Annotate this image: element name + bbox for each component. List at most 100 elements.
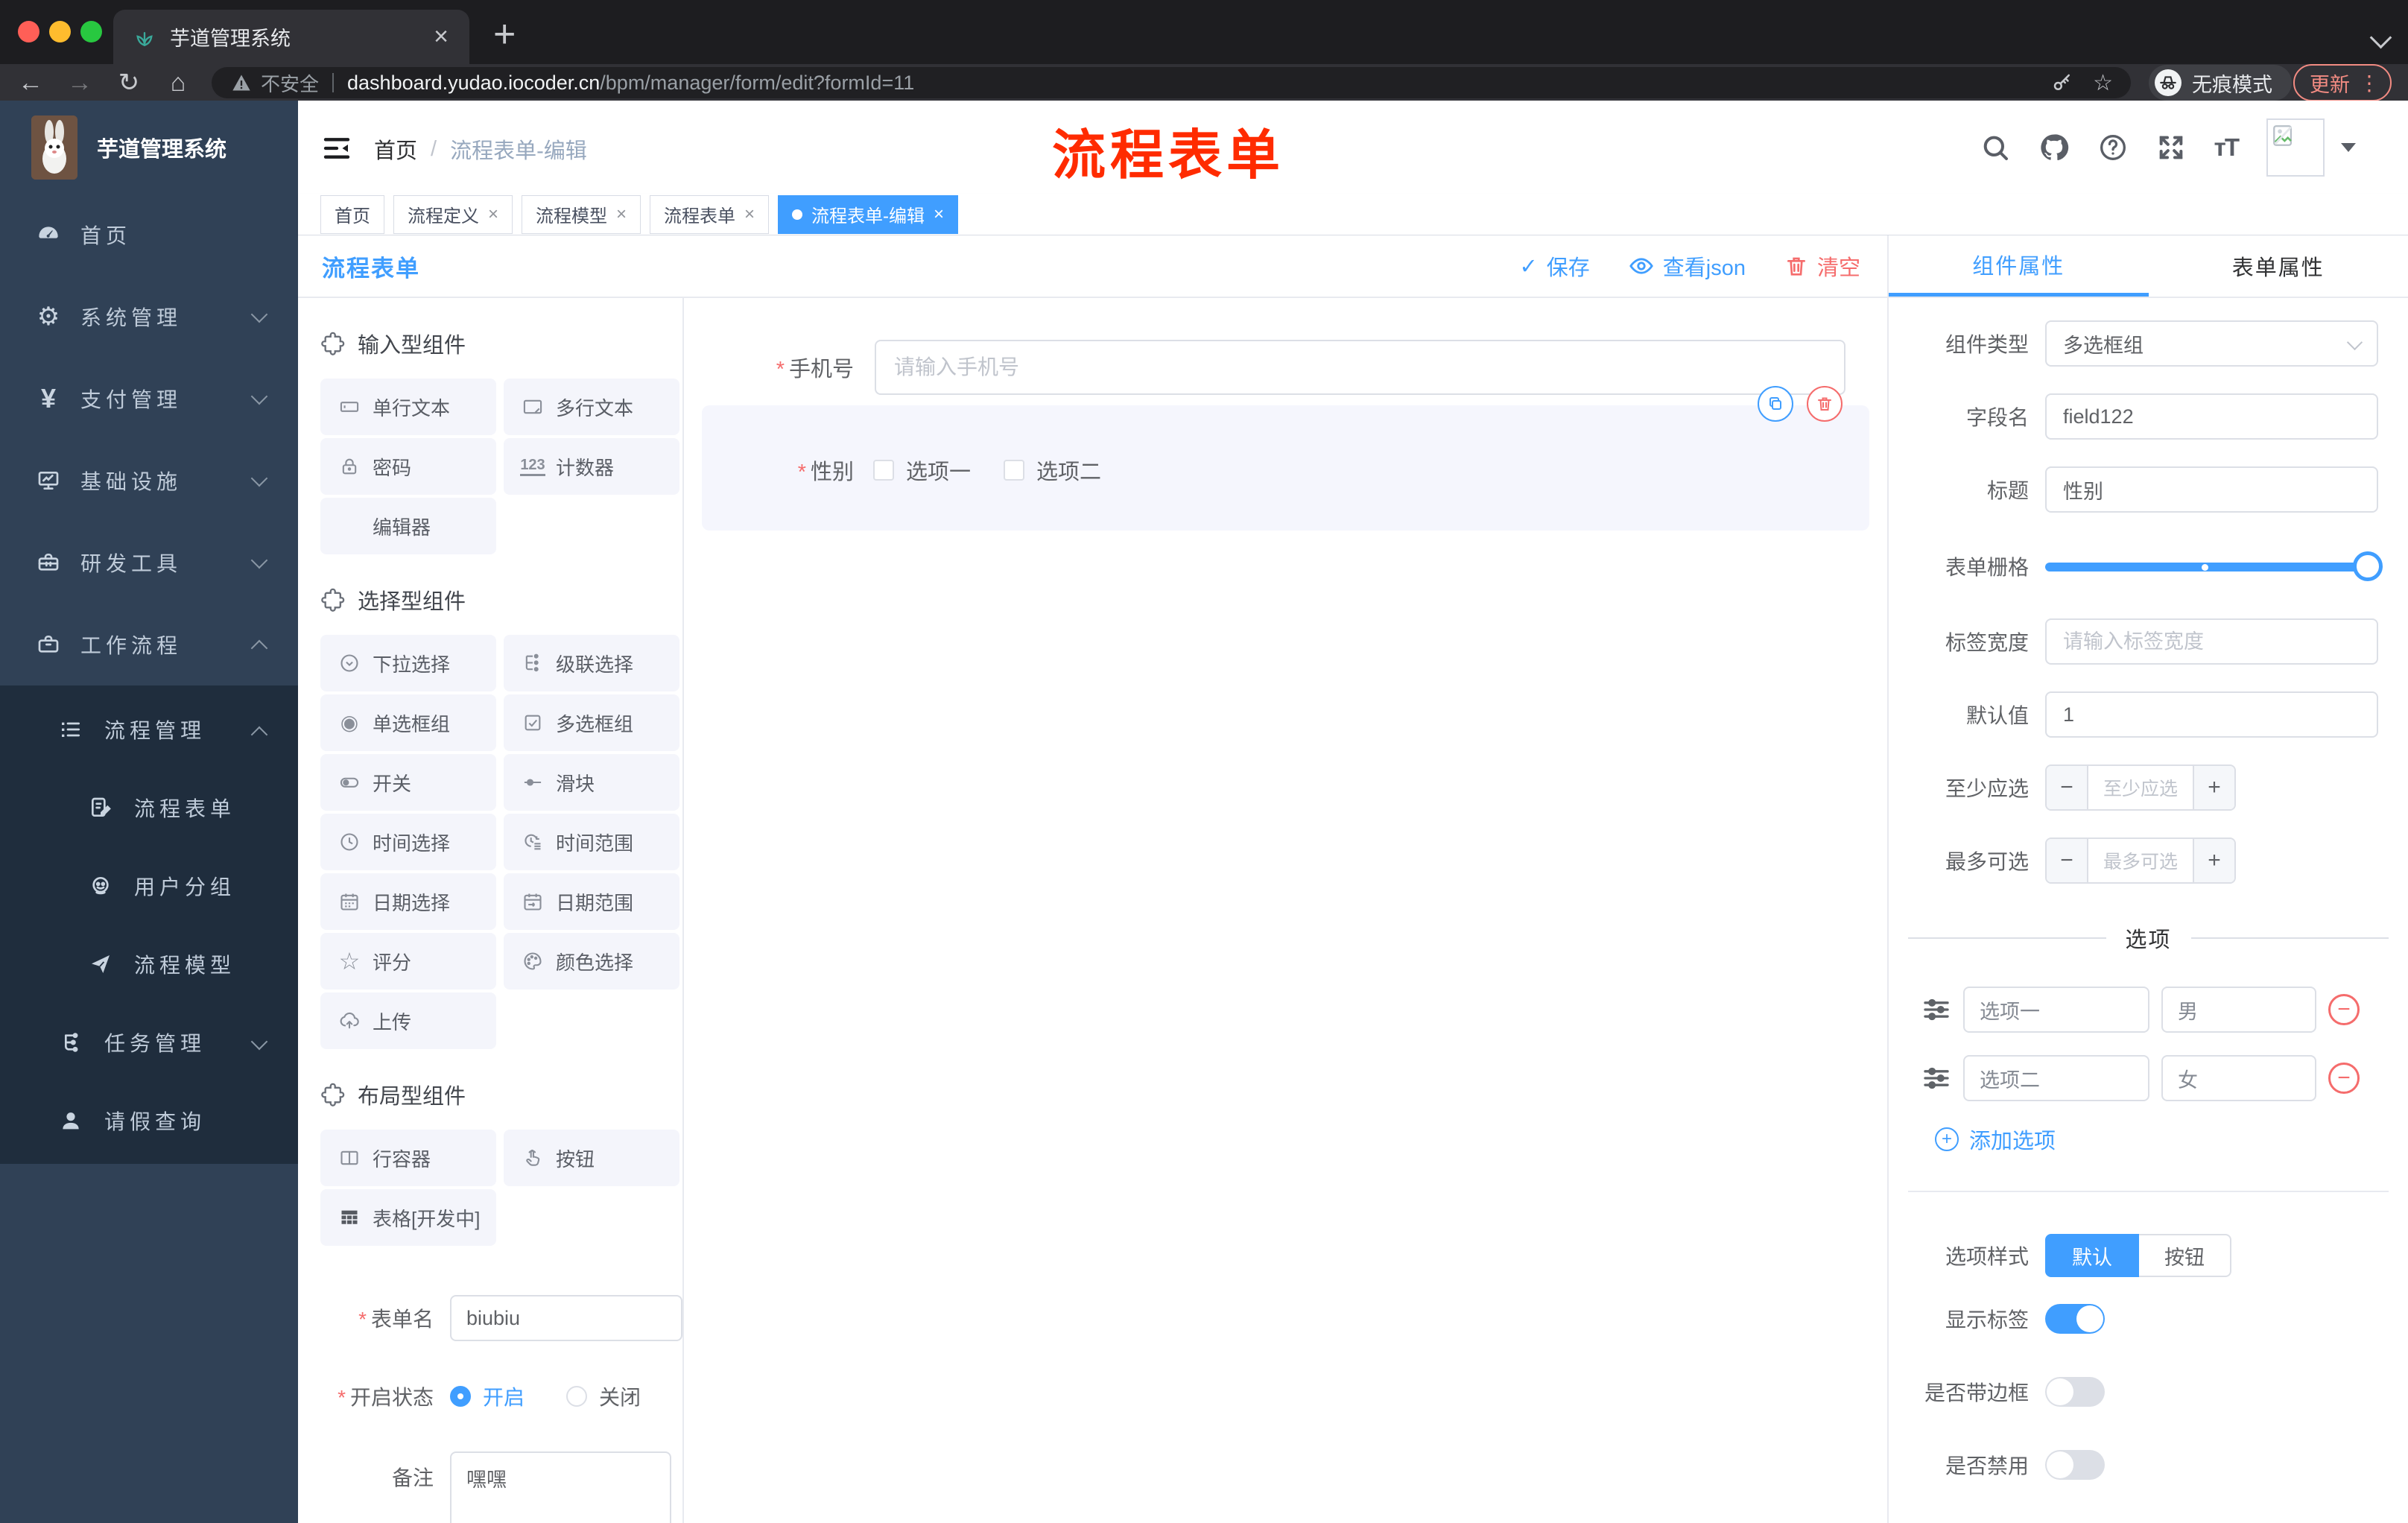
- label-width-input[interactable]: [2045, 618, 2378, 665]
- border-switch[interactable]: [2045, 1377, 2105, 1407]
- phone-input[interactable]: [875, 340, 1845, 395]
- sidebar-item-home[interactable]: 首页: [0, 194, 298, 276]
- stepper-decrease-button[interactable]: −: [2047, 766, 2088, 809]
- drag-handle-icon[interactable]: [1921, 1063, 1951, 1093]
- component-cascader[interactable]: 级联选择: [504, 635, 679, 691]
- search-icon[interactable]: [1980, 133, 2010, 162]
- tag-close-icon[interactable]: ×: [616, 204, 627, 225]
- url-bar[interactable]: 不安全 dashboard.yudao.iocoder.cn /bpm/mana…: [212, 67, 2131, 98]
- sidebar-item-user-group[interactable]: 用户分组: [0, 846, 298, 925]
- component-date-range[interactable]: 日期范围: [504, 873, 679, 930]
- sidebar-item-process-management[interactable]: 流程管理: [0, 690, 298, 768]
- component-date-picker[interactable]: 日期选择: [320, 873, 496, 930]
- sidebar-item-devtools[interactable]: 研发工具: [0, 522, 298, 604]
- canvas-phone-field[interactable]: * 手机号: [684, 340, 1887, 395]
- style-button-button[interactable]: 按钮: [2139, 1234, 2231, 1277]
- component-button[interactable]: 按钮: [504, 1130, 679, 1186]
- avatar-caret-icon[interactable]: [2341, 142, 2356, 152]
- browser-menu-icon[interactable]: ⋮: [2359, 71, 2380, 95]
- form-grid-slider[interactable]: [2045, 551, 2383, 581]
- component-multi-line-text[interactable]: 多行文本: [504, 379, 679, 435]
- option-value-input[interactable]: [2161, 987, 2316, 1033]
- tag-process-definition[interactable]: 流程定义 ×: [393, 194, 513, 234]
- traffic-light-minimize[interactable]: [49, 21, 71, 42]
- home-icon[interactable]: ⌂: [153, 70, 203, 95]
- new-tab-button[interactable]: +: [493, 12, 516, 57]
- sidebar-item-system[interactable]: ⚙ 系统管理: [0, 276, 298, 358]
- copy-component-button[interactable]: [1758, 386, 1793, 422]
- component-counter[interactable]: 123 计数器: [504, 438, 679, 495]
- browser-update-button[interactable]: 更新 ⋮: [2293, 64, 2392, 101]
- traffic-light-close[interactable]: [18, 21, 39, 42]
- style-default-button[interactable]: 默认: [2045, 1234, 2139, 1277]
- form-name-input[interactable]: [450, 1295, 682, 1341]
- sidebar-item-workflow[interactable]: 工作流程: [0, 604, 298, 685]
- form-remark-textarea[interactable]: 嘿嘿: [450, 1451, 671, 1523]
- reload-icon[interactable]: ↻: [104, 70, 153, 95]
- sidebar-item-process-form[interactable]: 流程表单: [0, 768, 298, 846]
- stepper-increase-button[interactable]: +: [2193, 766, 2234, 809]
- component-time-picker[interactable]: 时间选择: [320, 814, 496, 870]
- component-table-dev[interactable]: 表格[开发中]: [320, 1189, 496, 1246]
- sidebar-item-infrastructure[interactable]: 基础设施: [0, 440, 298, 522]
- gender-option-1[interactable]: 选项一: [873, 455, 971, 486]
- github-icon[interactable]: [2038, 132, 2070, 163]
- canvas-selected-component[interactable]: * 性别 选项一 选项二: [702, 386, 1869, 531]
- component-single-line-text[interactable]: 单行文本: [320, 379, 496, 435]
- component-slider[interactable]: 滑块: [504, 754, 679, 811]
- tab-component-props[interactable]: 组件属性: [1889, 235, 2149, 297]
- tag-process-model[interactable]: 流程模型 ×: [522, 194, 641, 234]
- delete-component-button[interactable]: [1807, 386, 1843, 422]
- add-option-button[interactable]: + 添加选项: [1935, 1124, 2408, 1155]
- max-select-placeholder[interactable]: 最多可选: [2088, 839, 2193, 882]
- stepper-increase-button[interactable]: +: [2193, 839, 2234, 882]
- component-rate[interactable]: ☆ 评分: [320, 933, 496, 990]
- show-label-switch[interactable]: [2045, 1304, 2105, 1334]
- option-label-input[interactable]: [1963, 1055, 2149, 1101]
- checkbox-unchecked-icon[interactable]: [1004, 460, 1025, 481]
- tag-close-icon[interactable]: ×: [744, 204, 755, 225]
- view-json-button[interactable]: 查看json: [1629, 250, 1746, 282]
- tag-close-icon[interactable]: ×: [488, 204, 498, 225]
- password-key-icon[interactable]: [2051, 72, 2073, 94]
- component-password[interactable]: 密码: [320, 438, 496, 495]
- default-value-input[interactable]: [2045, 691, 2378, 738]
- tag-process-form[interactable]: 流程表单 ×: [650, 194, 770, 234]
- sidebar-item-task-management[interactable]: 任务管理: [0, 1003, 298, 1081]
- bookmark-star-icon[interactable]: ☆: [2093, 70, 2113, 96]
- component-row-container[interactable]: 行容器: [320, 1130, 496, 1186]
- component-time-range[interactable]: 时间范围: [504, 814, 679, 870]
- help-icon[interactable]: [2098, 133, 2128, 162]
- slider-thumb[interactable]: [2353, 551, 2383, 581]
- component-radio-group[interactable]: ◉ 单选框组: [320, 694, 496, 751]
- field-name-input[interactable]: [2045, 393, 2378, 440]
- component-color-picker[interactable]: 颜色选择: [504, 933, 679, 990]
- option-label-input[interactable]: [1963, 987, 2149, 1033]
- avatar[interactable]: [2266, 118, 2325, 177]
- font-size-icon[interactable]: тT: [2214, 133, 2240, 162]
- back-icon[interactable]: ←: [6, 70, 55, 95]
- remove-option-button[interactable]: −: [2328, 994, 2360, 1025]
- tab-form-props[interactable]: 表单属性: [2149, 235, 2408, 297]
- title-input[interactable]: [2045, 466, 2378, 513]
- component-upload[interactable]: 上传: [320, 992, 496, 1049]
- sidebar-collapse-icon[interactable]: [322, 133, 352, 163]
- component-editor[interactable]: 编辑器: [320, 498, 496, 554]
- fullscreen-icon[interactable]: [2156, 133, 2186, 162]
- gender-option-2[interactable]: 选项二: [1004, 455, 1101, 486]
- stepper-decrease-button[interactable]: −: [2047, 839, 2088, 882]
- option-value-input[interactable]: [2161, 1055, 2316, 1101]
- tag-home[interactable]: 首页: [320, 194, 384, 234]
- component-checkbox-group[interactable]: 多选框组: [504, 694, 679, 751]
- tab-search-chevron-icon[interactable]: [2369, 26, 2392, 49]
- drag-handle-icon[interactable]: [1921, 995, 1951, 1025]
- tag-process-form-edit[interactable]: 流程表单-编辑 ×: [778, 194, 959, 234]
- browser-tab[interactable]: 芋道管理系统 ×: [113, 10, 469, 64]
- status-radio-on[interactable]: 开启: [450, 1381, 525, 1411]
- status-radio-off[interactable]: 关闭: [566, 1381, 641, 1411]
- sidebar-item-payment[interactable]: ¥ 支付管理: [0, 358, 298, 440]
- component-type-select[interactable]: 多选框组: [2045, 320, 2378, 367]
- remove-option-button[interactable]: −: [2328, 1063, 2360, 1094]
- save-button[interactable]: ✓ 保存: [1519, 250, 1589, 282]
- sidebar-item-process-model[interactable]: 流程模型: [0, 925, 298, 1003]
